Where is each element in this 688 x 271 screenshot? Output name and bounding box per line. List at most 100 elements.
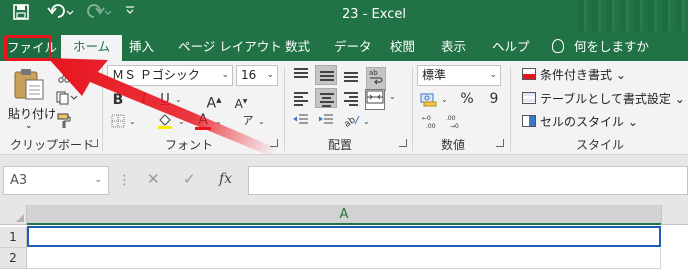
- comma-style-button[interactable]: 9: [488, 91, 500, 107]
- styles-group-label: スタイル: [576, 138, 625, 152]
- cell-styles-icon: [522, 115, 536, 127]
- borders-icon[interactable]: [110, 114, 126, 133]
- orientation-icon[interactable]: ab: [342, 112, 364, 133]
- align-right-button[interactable]: [340, 88, 362, 108]
- name-box[interactable]: A3 ⌄: [3, 166, 109, 195]
- align-line: [294, 76, 308, 78]
- select-all-button[interactable]: [0, 205, 27, 225]
- align-middle-button[interactable]: [315, 65, 337, 85]
- align-line: [320, 71, 334, 73]
- chevron-down-icon: ⌄: [489, 70, 497, 80]
- name-box-value: A3: [10, 173, 28, 188]
- tab-file[interactable]: ファイル: [4, 35, 57, 61]
- align-line: [349, 104, 358, 106]
- phonetic-letter: ア: [242, 114, 254, 127]
- enter-button[interactable]: ✓: [183, 170, 196, 188]
- font-color-letter: A: [198, 112, 208, 128]
- tab-home[interactable]: ホーム: [61, 35, 123, 61]
- shrink-font-button[interactable]: A▼: [233, 94, 249, 112]
- merge-dropdown-icon[interactable]: ⌄: [389, 92, 396, 101]
- font-size-select[interactable]: 16 ⌄: [236, 65, 278, 86]
- align-line: [294, 104, 303, 106]
- wrap-text-button[interactable]: ab: [366, 67, 386, 91]
- align-top-button[interactable]: [290, 65, 312, 85]
- align-line: [344, 80, 358, 82]
- column-header-next[interactable]: [661, 205, 688, 225]
- tab-formulas[interactable]: 数式: [285, 35, 310, 61]
- grow-font-button[interactable]: A▲: [206, 92, 222, 112]
- align-line: [320, 101, 334, 103]
- grow-font-letter: A: [206, 95, 217, 112]
- column-header-a[interactable]: A: [27, 205, 661, 225]
- group-divider: [102, 67, 103, 151]
- cell-styles-button[interactable]: セルのスタイル ⌄: [522, 113, 638, 131]
- resize-handle-icon[interactable]: ⋮: [118, 173, 131, 188]
- align-line: [320, 79, 334, 81]
- font-color-dropdown-icon[interactable]: ⌄: [215, 117, 222, 126]
- underline-dropdown-icon[interactable]: ⌄: [175, 95, 182, 104]
- cell-a2[interactable]: [27, 248, 661, 269]
- phonetic-guide-button[interactable]: ア: [240, 113, 256, 129]
- row-header-1[interactable]: 1: [0, 227, 27, 248]
- cell-a1[interactable]: [27, 226, 661, 247]
- chevron-down-icon: ⌄: [221, 70, 229, 80]
- conditional-formatting-button[interactable]: 条件付き書式 ⌄: [522, 66, 626, 84]
- cancel-button[interactable]: ✕: [147, 170, 160, 188]
- row-header-2[interactable]: 2: [0, 248, 27, 269]
- format-painter-icon[interactable]: [56, 113, 72, 134]
- font-group-label: フォント: [165, 138, 214, 152]
- bold-button[interactable]: B: [111, 92, 125, 108]
- title-decoration: [578, 0, 688, 31]
- align-line: [320, 93, 334, 95]
- font-name-value: ＭＳ Ｐゴシック: [112, 68, 200, 82]
- number-launcher-icon[interactable]: [496, 139, 504, 147]
- tab-view[interactable]: 表示: [441, 35, 466, 61]
- font-name-select[interactable]: ＭＳ Ｐゴシック ⌄: [107, 65, 233, 86]
- italic-button[interactable]: I: [137, 92, 151, 108]
- copy-icon[interactable]: [56, 91, 78, 110]
- tab-data[interactable]: データ: [334, 35, 372, 61]
- lightbulb-icon: [552, 39, 564, 53]
- cell-styles-label: セルのスタイル ⌄: [540, 115, 638, 129]
- decrease-decimal-icon[interactable]: .00 →0: [446, 113, 466, 134]
- tab-review[interactable]: 校閲: [390, 35, 415, 61]
- underline-button[interactable]: U: [158, 92, 172, 108]
- align-line: [322, 105, 331, 107]
- fill-color-dropdown-icon[interactable]: ⌄: [178, 117, 185, 126]
- tab-help[interactable]: ヘルプ: [492, 35, 530, 61]
- alignment-launcher-icon[interactable]: [399, 139, 407, 147]
- svg-text:←0: ←0: [422, 115, 431, 122]
- cut-icon[interactable]: [56, 69, 72, 88]
- tab-page-layout[interactable]: ページ レイアウト: [178, 35, 282, 61]
- format-as-table-button[interactable]: テーブルとして書式設定 ⌄: [522, 90, 685, 108]
- font-color-button[interactable]: A: [195, 112, 211, 130]
- phonetic-dropdown-icon[interactable]: ⌄: [258, 117, 265, 126]
- paste-button[interactable]: 貼り付け ⌄: [6, 67, 56, 131]
- align-line: [344, 76, 358, 78]
- align-left-button[interactable]: [290, 88, 312, 108]
- align-bottom-button[interactable]: [340, 65, 362, 85]
- conditional-formatting-label: 条件付き書式 ⌄: [540, 68, 626, 82]
- accounting-dropdown-icon[interactable]: ⌄: [441, 95, 448, 104]
- increase-decimal-icon[interactable]: ←0.00: [422, 113, 442, 134]
- formula-input[interactable]: [248, 166, 688, 195]
- percent-style-button[interactable]: %: [460, 91, 474, 107]
- fill-color-button[interactable]: [156, 113, 174, 134]
- borders-dropdown-icon[interactable]: ⌄: [129, 117, 136, 126]
- accounting-format-icon[interactable]: [420, 91, 440, 112]
- align-center-button[interactable]: [315, 88, 337, 108]
- clipboard-launcher-icon[interactable]: [90, 139, 98, 147]
- increase-indent-icon[interactable]: [317, 113, 335, 132]
- align-line: [344, 100, 358, 102]
- insert-function-button[interactable]: fx: [219, 171, 232, 187]
- align-line: [294, 68, 308, 70]
- tab-insert[interactable]: 挿入: [129, 35, 154, 61]
- font-launcher-icon[interactable]: [270, 139, 278, 147]
- merge-center-button[interactable]: [365, 89, 385, 110]
- ribbon-home: 貼り付け ⌄ クリップボード ＭＳ Ｐゴシック ⌄ 16 ⌄ B I U ⌄ A▲ …: [0, 61, 688, 155]
- decrease-indent-icon[interactable]: [292, 113, 310, 132]
- orientation-dropdown-icon[interactable]: ⌄: [363, 117, 370, 126]
- number-format-select[interactable]: 標準 ⌄: [417, 65, 501, 86]
- tell-me-search[interactable]: 何をしますか: [552, 35, 649, 61]
- svg-text:→0: →0: [450, 123, 459, 129]
